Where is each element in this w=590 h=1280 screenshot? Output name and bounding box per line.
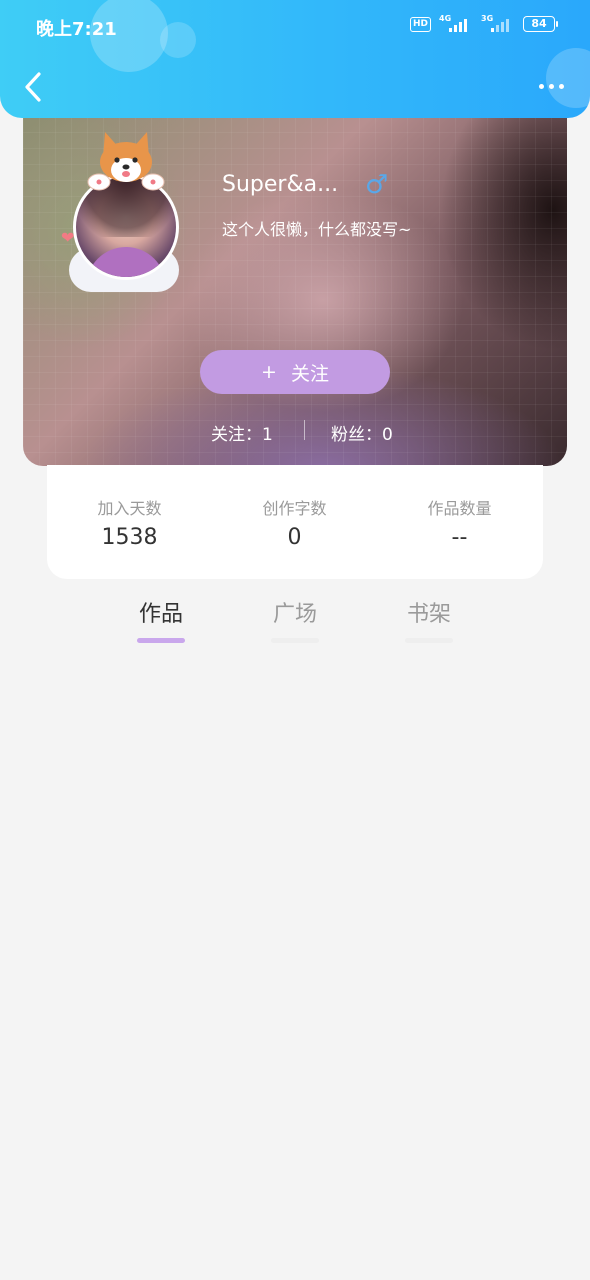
stat-join-days: 加入天数 1538: [47, 495, 212, 550]
corgi-icon: [87, 132, 165, 191]
stat-label: 作品数量: [427, 499, 492, 518]
back-button[interactable]: [22, 70, 46, 104]
heart-icon: ❤: [61, 228, 75, 247]
divider: [304, 420, 305, 440]
avatar-frame[interactable]: ❤: [61, 128, 191, 298]
decor-bubble: [160, 22, 196, 58]
male-gender-icon: ♂: [365, 170, 389, 200]
stat-value: 0: [287, 525, 302, 550]
tab-indicator: [405, 638, 453, 643]
tab-indicator: [271, 638, 319, 643]
following-count[interactable]: 关注：1: [211, 420, 273, 445]
tab-label: 广场: [272, 602, 317, 627]
follow-button[interactable]: + 关注: [200, 350, 390, 394]
stat-word-count: 创作字数 0: [212, 495, 377, 550]
signal-4g-icon: 4G: [439, 14, 473, 34]
signal-3g-icon: 3G: [481, 14, 515, 34]
status-icons: HD 4G 3G 84: [409, 14, 558, 34]
stat-works-count: 作品数量 --: [377, 495, 542, 550]
content-tabs: 作品 广场 书架: [0, 596, 590, 644]
decor-bubble: [546, 48, 590, 108]
status-time: 晚上7:21: [36, 19, 117, 40]
stat-label: 创作字数: [262, 499, 327, 518]
plus-icon: +: [261, 361, 277, 383]
battery-icon: 84: [523, 16, 558, 32]
tab-label: 作品: [138, 602, 183, 627]
stats-panel: 加入天数 1538 创作字数 0 作品数量 --: [47, 465, 543, 579]
fans-count[interactable]: 粉丝：0: [331, 420, 393, 445]
hd-icon: HD: [409, 16, 431, 32]
more-dots-icon: [539, 84, 544, 89]
stat-label: 加入天数: [97, 499, 162, 518]
stat-value: 1538: [101, 525, 158, 550]
chevron-left-icon: [25, 72, 41, 102]
more-options-button[interactable]: [539, 84, 564, 89]
nickname: Super&a...: [222, 172, 339, 197]
stat-value: --: [451, 525, 468, 550]
bio-text: 这个人很懒，什么都没写~: [222, 220, 412, 239]
top-header: 晚上7:21 HD 4G 3G 84: [0, 0, 590, 118]
tab-works[interactable]: 作品: [121, 596, 201, 643]
follow-button-label: 关注: [290, 362, 329, 385]
tab-label: 书架: [406, 602, 451, 627]
tab-square[interactable]: 广场: [255, 596, 335, 643]
tab-bookshelf[interactable]: 书架: [389, 596, 469, 643]
profile-card: ❤ Super&a... ♂ 这个人很懒，什么都没写~ + 关注 关注：1 粉丝…: [23, 100, 567, 466]
tab-indicator: [137, 638, 185, 643]
